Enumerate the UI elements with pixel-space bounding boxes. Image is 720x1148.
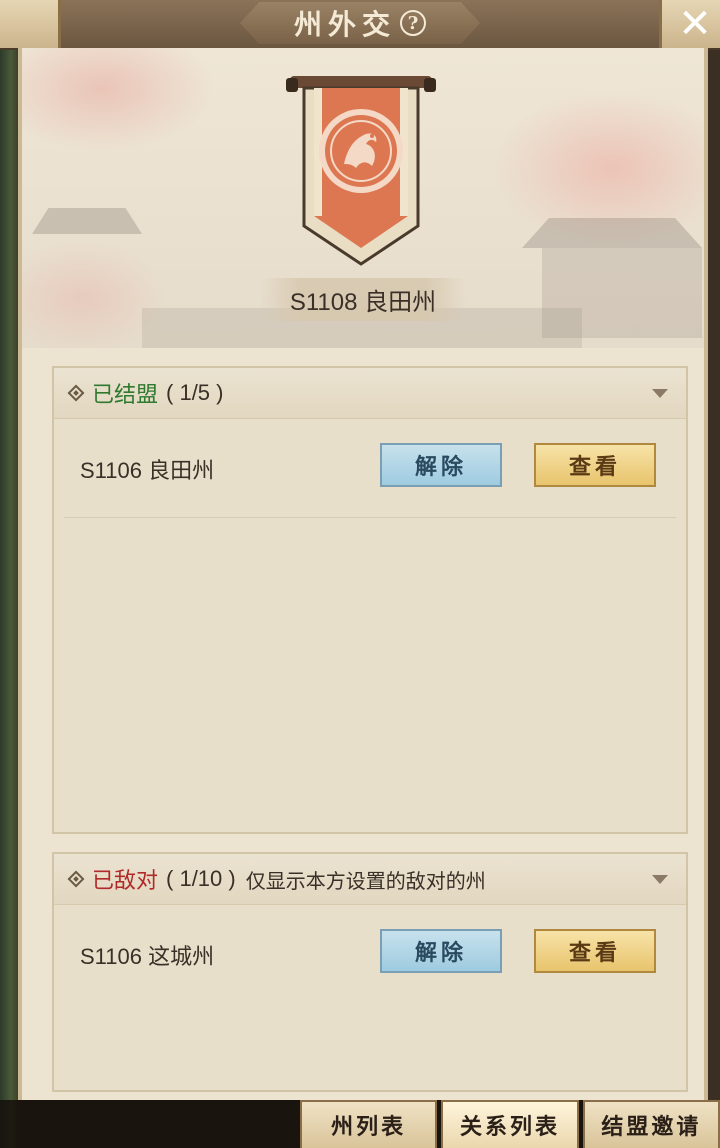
hostile-note: 仅显示本方设置的敌对的州 — [245, 868, 486, 893]
diamond-bullet-icon — [67, 384, 85, 402]
allied-count: ( 1/5 ) — [166, 380, 224, 405]
chevron-down-icon[interactable] — [652, 874, 668, 884]
view-state-button[interactable]: 查看 — [534, 929, 656, 973]
allied-section-header[interactable]: 已结盟 ( 1/5 ) — [54, 368, 686, 419]
pavilion-roof-left — [32, 208, 142, 234]
page-title: 州外交 — [293, 8, 396, 41]
close-icon: ✕ — [678, 1, 712, 47]
state-name-plate: S1108 良田州 — [22, 278, 704, 321]
phoenix-emblem-icon — [286, 76, 436, 266]
allied-section: 已结盟 ( 1/5 ) S1106 良田州 解除 查看 — [52, 366, 688, 834]
hostile-section: 已敌对 ( 1/10 ) 仅显示本方设置的敌对的州 S1106 这城州 解除 查… — [52, 852, 688, 1092]
title-plaque: 州外交 ? — [240, 2, 480, 44]
hostile-title: 已敌对 — [92, 868, 159, 893]
state-name: S1108 良田州 — [259, 278, 467, 321]
hostile-count: ( 1/10 ) — [166, 866, 236, 891]
pavilion-roof — [522, 218, 702, 248]
hostile-state-label: S1106 这城州 — [80, 944, 215, 969]
view-state-button[interactable]: 查看 — [534, 443, 656, 487]
title-bar-left-cap — [0, 0, 61, 48]
tab-state-list[interactable]: 州列表 — [300, 1100, 438, 1148]
help-icon[interactable]: ? — [400, 10, 426, 36]
title-bar: 州外交 ? ✕ — [0, 0, 720, 50]
allied-state-label: S1106 良田州 — [80, 458, 215, 483]
diamond-bullet-icon — [67, 870, 85, 888]
chevron-down-icon[interactable] — [652, 388, 668, 398]
hostile-section-header[interactable]: 已敌对 ( 1/10 ) 仅显示本方设置的敌对的州 — [54, 854, 686, 905]
diplomacy-panel: S1108 良田州 已结盟 ( 1/5 ) S1106 良田州 解除 查看 已敌… — [18, 48, 708, 1100]
list-item: S1106 这城州 解除 查看 — [64, 905, 676, 1003]
list-item: S1106 良田州 解除 查看 — [64, 419, 676, 518]
allied-title: 已结盟 — [92, 382, 159, 407]
tab-alliance-invites[interactable]: 结盟邀请 — [582, 1100, 720, 1148]
close-button[interactable]: ✕ — [670, 0, 720, 48]
release-alliance-button[interactable]: 解除 — [380, 443, 502, 487]
bottom-tabs: 州列表 关系列表 结盟邀请 — [296, 1100, 720, 1148]
release-hostility-button[interactable]: 解除 — [380, 929, 502, 973]
tab-relations-list[interactable]: 关系列表 — [441, 1100, 579, 1148]
